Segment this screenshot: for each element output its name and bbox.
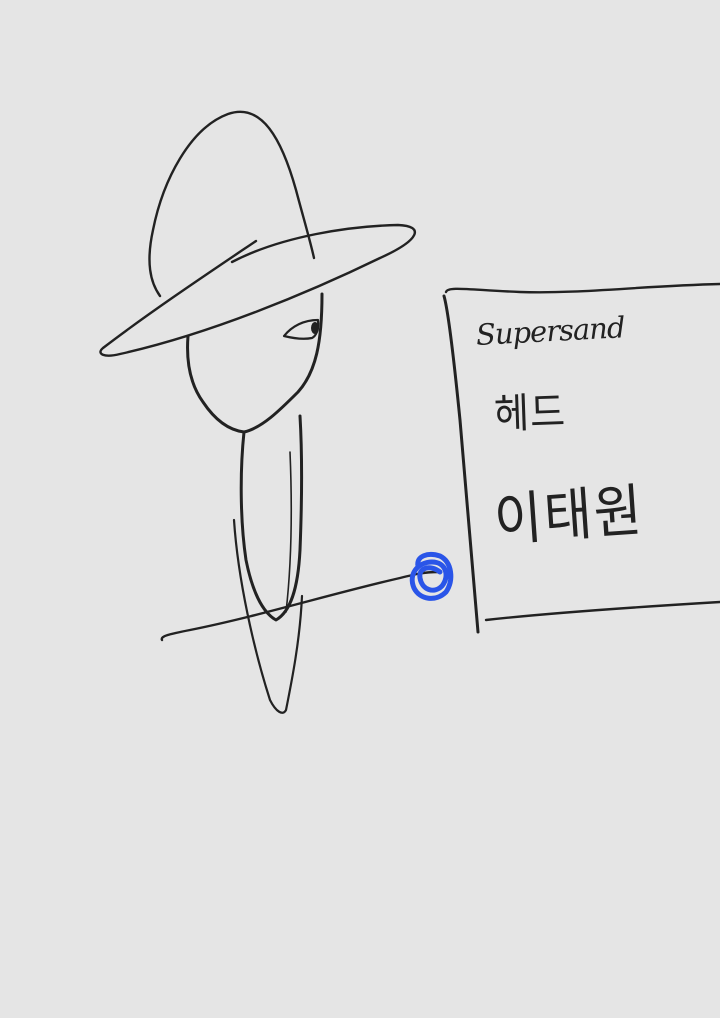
drawing-canvas[interactable]: Supersand 헤드 이태원 bbox=[0, 0, 720, 1018]
body-left bbox=[239, 414, 303, 622]
sign-text-line2: 헤드 bbox=[493, 388, 567, 439]
face-outline bbox=[186, 292, 324, 434]
eye-pupil bbox=[311, 322, 319, 334]
sign-top-edge bbox=[444, 282, 720, 294]
hat-brim bbox=[99, 223, 417, 357]
sign-bottom-edge bbox=[484, 600, 720, 622]
hat-crown bbox=[148, 110, 316, 298]
blue-scribble-mark bbox=[409, 551, 454, 601]
body-inner-line bbox=[285, 451, 292, 613]
sign-text-line3: 이태원 bbox=[492, 478, 646, 555]
